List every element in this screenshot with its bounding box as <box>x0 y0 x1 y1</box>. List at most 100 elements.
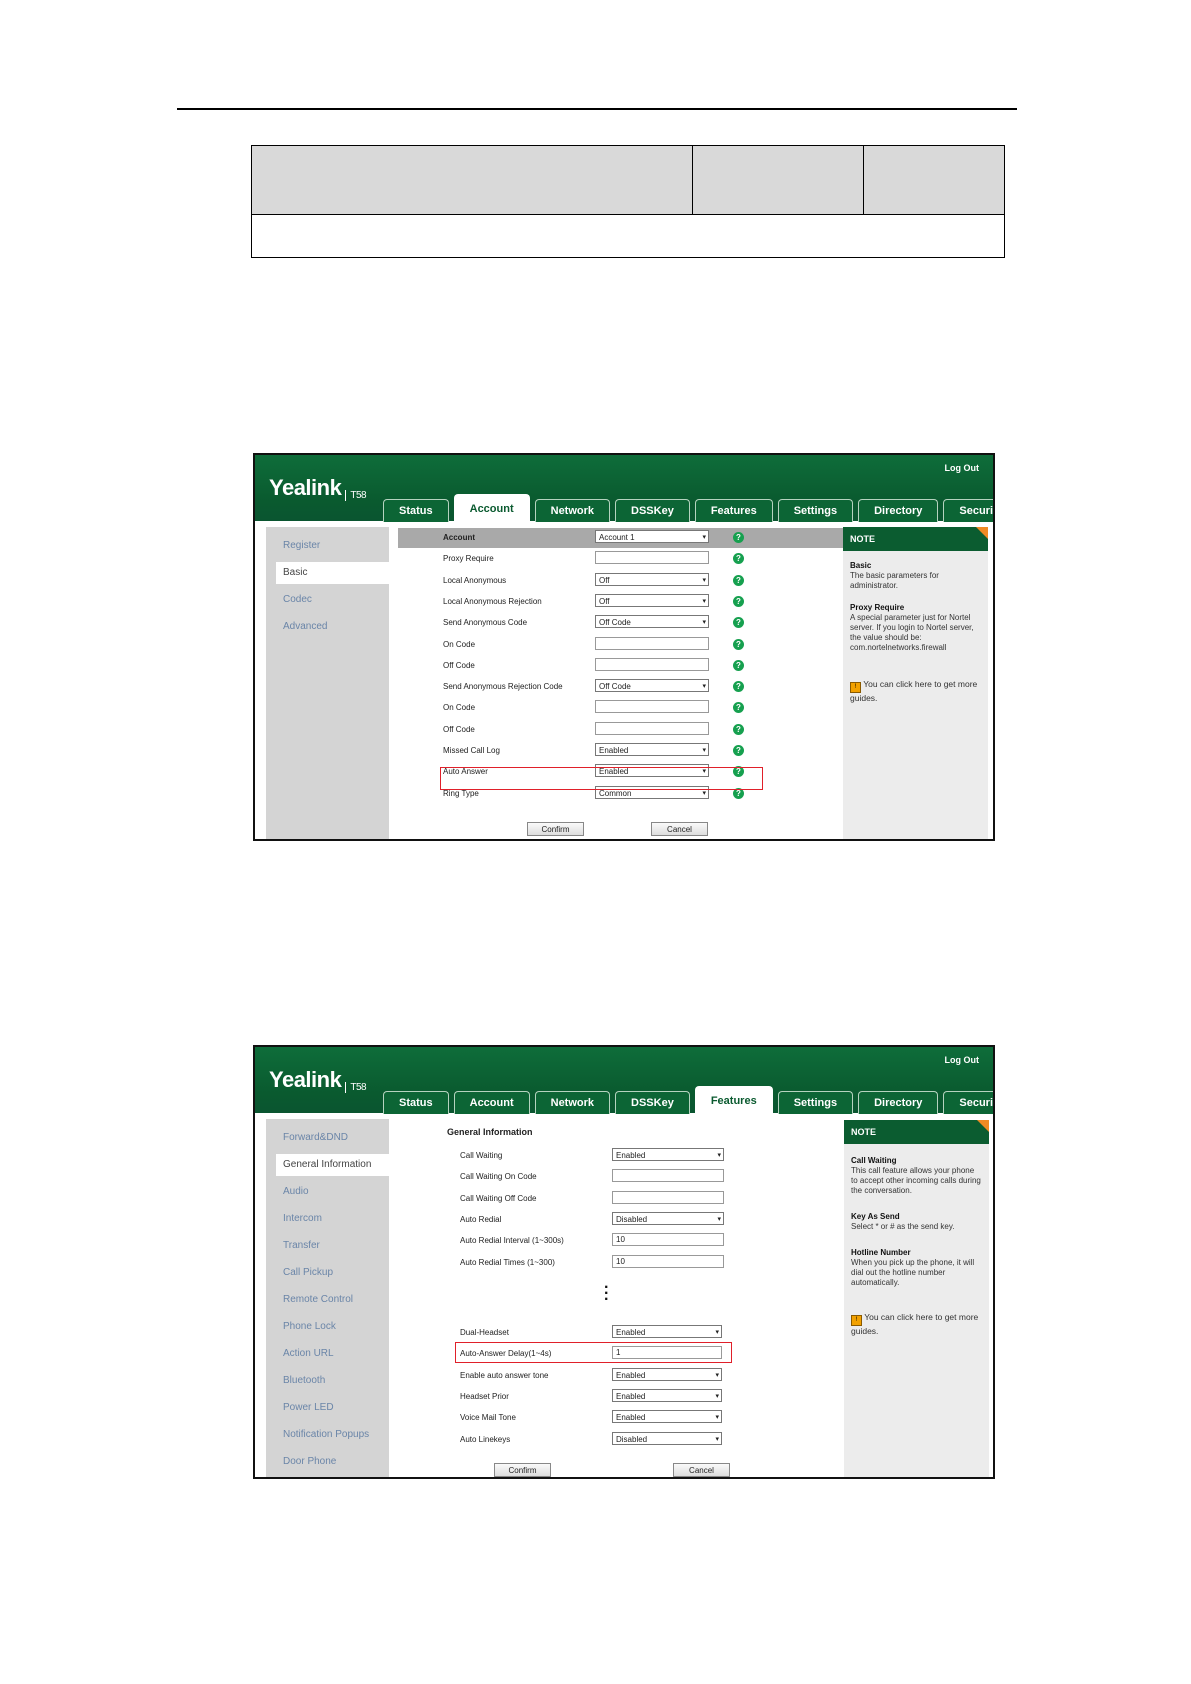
cancel-button[interactable]: Cancel <box>651 822 708 836</box>
tab-status[interactable]: Status <box>383 1091 449 1114</box>
tab-account[interactable]: Account <box>453 494 530 522</box>
tab-features[interactable]: Features <box>694 499 773 522</box>
tab-status[interactable]: Status <box>383 499 449 522</box>
header-rule <box>177 108 1017 110</box>
field-label: Call Waiting On Code <box>460 1172 537 1182</box>
sidebar-item-call-pickup[interactable]: Call Pickup <box>266 1262 389 1284</box>
proxy-require-input[interactable] <box>595 551 709 565</box>
chevron-down-icon: ▾ <box>715 1371 719 1379</box>
field-label: Auto Redial Times (1~300) <box>460 1257 555 1267</box>
dual-headset-select[interactable]: Enabled ▾ <box>612 1325 722 1338</box>
account-select[interactable]: Account 1 ▾ <box>595 530 709 543</box>
form-row-call-waiting: Call Waiting Enabled ▾ <box>460 1148 760 1166</box>
logout-link[interactable]: Log Out <box>945 1055 980 1065</box>
confirm-button[interactable]: Confirm <box>494 1463 551 1477</box>
note-title: NOTE <box>843 527 988 551</box>
call-waiting-select[interactable]: Enabled ▾ <box>612 1148 724 1161</box>
main-tabs: Status Account Network DSSKey Features Settin… <box>383 1081 993 1114</box>
enable-auto-answer-tone-select[interactable]: Enabled ▾ <box>612 1367 722 1381</box>
form-row-auto-redial: Auto Redial Disabled ▾ <box>460 1211 760 1230</box>
note-key-as-send: Key As Send Select * or # as the send key… <box>851 1212 955 1231</box>
sidebar-item-advanced[interactable]: Advanced <box>266 616 389 638</box>
note-panel: NOTE Call Waiting This call feature allow… <box>844 1120 989 1477</box>
help-icon[interactable]: ? <box>733 574 744 586</box>
note-guide-link[interactable]: ! You can click here to get more guides. <box>851 1312 983 1337</box>
form-row-auto-redial-times-1-300: Auto Redial Times (1~300) 10 <box>460 1254 760 1273</box>
field-label: Account <box>443 533 475 542</box>
tab-network[interactable]: Network <box>534 499 611 522</box>
help-icon[interactable]: ? <box>733 595 744 607</box>
sidebar-item-audio[interactable]: Audio <box>266 1181 389 1203</box>
tab-account[interactable]: Account <box>453 1091 530 1114</box>
sidebar-item-codec[interactable]: Codec <box>266 589 389 611</box>
sidebar-item-basic[interactable]: Basic <box>276 562 389 584</box>
help-icon[interactable]: ? <box>733 681 744 693</box>
note-proxy-require: Proxy Require A special parameter just fo… <box>850 603 974 652</box>
field-value: Enabled <box>616 1391 646 1401</box>
sidebar-item-phone-lock[interactable]: Phone Lock <box>266 1316 389 1338</box>
tab-settings[interactable]: Settings <box>777 499 854 522</box>
note-call-waiting: Call Waiting This call feature allows you… <box>851 1156 981 1195</box>
help-icon[interactable]: ? <box>733 617 744 629</box>
missed-call-log-select[interactable]: Enabled ▾ <box>595 743 709 756</box>
tab-settings[interactable]: Settings <box>777 1091 854 1114</box>
help-icon[interactable]: ? <box>733 723 744 735</box>
help-icon[interactable]: ? <box>733 659 744 671</box>
sidebar-item-transfer[interactable]: Transfer <box>266 1235 389 1257</box>
tab-dsskey[interactable]: DSSKey <box>615 1091 690 1114</box>
sidebar-item-general-information[interactable]: General Information <box>276 1154 389 1176</box>
tab-features[interactable]: Features <box>694 1086 773 1114</box>
logout-link[interactable]: Log Out <box>945 463 980 473</box>
guide-icon: ! <box>850 682 861 693</box>
call-waiting-off-code-input[interactable] <box>612 1190 724 1204</box>
note-basic: Basic The basic parameters for administra… <box>850 561 939 590</box>
help-icon[interactable]: ? <box>733 745 744 756</box>
send-anonymous-code-select[interactable]: Off Code ▾ <box>595 615 709 629</box>
auto-redial-select[interactable]: Disabled ▾ <box>612 1211 724 1225</box>
tab-network[interactable]: Network <box>534 1091 611 1114</box>
confirm-button[interactable]: Confirm <box>527 822 584 836</box>
help-icon[interactable]: ? <box>733 702 744 714</box>
help-icon[interactable]: ? <box>733 532 744 543</box>
sidebar-item-register[interactable]: Register <box>266 535 389 557</box>
call-waiting-on-code-input[interactable] <box>612 1169 724 1183</box>
local-anonymous-select[interactable]: Off ▾ <box>595 572 709 586</box>
send-anonymous-rejection-code-select[interactable]: Off Code ▾ <box>595 679 709 693</box>
on-code-input[interactable] <box>595 636 709 650</box>
auto-linekeys-select[interactable]: Disabled ▾ <box>612 1431 722 1445</box>
note-guide-link[interactable]: ! You can click here to get more guides. <box>850 679 982 704</box>
voice-mail-tone-select[interactable]: Enabled ▾ <box>612 1410 722 1424</box>
field-value: 10 <box>616 1256 625 1266</box>
sidebar-item-door-phone[interactable]: Door Phone <box>266 1451 389 1473</box>
cancel-button[interactable]: Cancel <box>673 1463 730 1477</box>
parameter-table <box>251 145 1005 258</box>
off-code-input[interactable] <box>595 721 709 735</box>
off-code-input[interactable] <box>595 657 709 671</box>
chevron-down-icon: ▾ <box>715 1329 719 1336</box>
sidebar-item-power-led[interactable]: Power LED <box>266 1397 389 1419</box>
auto-redial-times-1-300-input[interactable]: 10 <box>612 1254 724 1268</box>
sidebar-item-action-url[interactable]: Action URL <box>266 1343 389 1365</box>
sidebar-item-remote-control[interactable]: Remote Control <box>266 1289 389 1311</box>
sidebar-item-forward-dnd[interactable]: Forward&DND <box>266 1127 389 1149</box>
sidebar-item-intercom[interactable]: Intercom <box>266 1208 389 1230</box>
help-icon[interactable]: ? <box>733 553 744 565</box>
tab-security[interactable]: Security <box>943 1091 993 1114</box>
form-row-missed-call-log: Missed Call Log Enabled ▾? <box>443 743 863 761</box>
auto-redial-interval-1-300s-input[interactable]: 10 <box>612 1233 724 1247</box>
field-value: Enabled <box>599 746 629 755</box>
tab-directory[interactable]: Directory <box>858 499 939 522</box>
chevron-down-icon: ▾ <box>702 597 706 605</box>
tab-directory[interactable]: Directory <box>858 1091 939 1114</box>
headset-prior-select[interactable]: Enabled ▾ <box>612 1388 722 1402</box>
help-icon[interactable]: ? <box>733 638 744 650</box>
table-header-cell <box>864 146 1004 215</box>
local-anonymous-rejection-select[interactable]: Off ▾ <box>595 593 709 607</box>
on-code-input[interactable] <box>595 700 709 714</box>
tab-dsskey[interactable]: DSSKey <box>615 499 690 522</box>
sidebar-item-bluetooth[interactable]: Bluetooth <box>266 1370 389 1392</box>
field-value: Off <box>599 596 610 606</box>
sidebar-item-notification-popups[interactable]: Notification Popups <box>266 1424 389 1446</box>
tab-security[interactable]: Security <box>943 499 993 522</box>
field-label: Off Code <box>443 660 475 670</box>
